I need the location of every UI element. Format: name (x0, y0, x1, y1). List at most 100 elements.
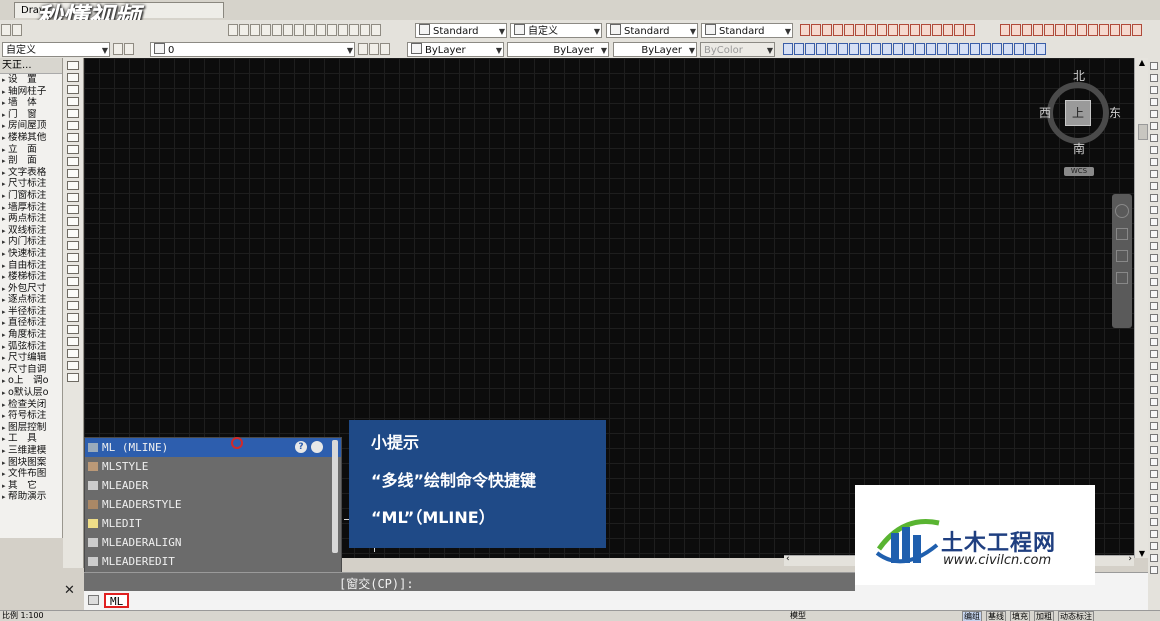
plot-style-select[interactable]: ByColor ▼ (700, 42, 775, 57)
dim-style-select[interactable]: Standard ▼ (606, 23, 698, 38)
tool-icon[interactable] (1150, 170, 1158, 178)
toolbar-buttons-tangent[interactable] (800, 23, 975, 39)
color-select[interactable]: ByLayer ▼ (407, 42, 504, 57)
tool-icon[interactable] (1150, 374, 1158, 382)
tangent-menu-item[interactable]: ▸ 弧弦标注 (0, 341, 62, 353)
tangent-menu-item[interactable]: ▸ 轴网柱子 (0, 86, 62, 98)
tool-icon[interactable] (1150, 566, 1158, 574)
viewcube-top-face[interactable]: 上 (1065, 100, 1091, 126)
tangent-menu-item[interactable]: ▸ 两点标注 (0, 213, 62, 225)
tangent-menu-item[interactable]: ▸ 墙厚标注 (0, 202, 62, 214)
tangent-menu-item[interactable]: ▸ 文件布图 (0, 468, 62, 480)
offset-tool-icon[interactable] (67, 289, 79, 298)
tool-icon[interactable] (1150, 194, 1158, 202)
tool-icon[interactable] (1150, 218, 1158, 226)
tool-icon[interactable] (1150, 398, 1158, 406)
close-icon[interactable]: ✕ (64, 583, 78, 598)
tangent-menu-item[interactable]: ▸ 双线标注 (0, 225, 62, 237)
autocomplete-item[interactable]: MLEADER (85, 476, 341, 495)
scale-tool-icon[interactable] (67, 337, 79, 346)
tangent-menu-item[interactable]: ▸ 门窗标注 (0, 190, 62, 202)
settings-icon[interactable] (311, 441, 323, 453)
copy-tool-icon[interactable] (67, 265, 79, 274)
extend-tool-icon[interactable] (67, 373, 79, 382)
tool-icon[interactable] (1150, 470, 1158, 478)
tool-icon[interactable] (1150, 206, 1158, 214)
tool-icon[interactable] (1150, 422, 1158, 430)
tangent-menu-item[interactable]: ▸ 房间屋顶 (0, 120, 62, 132)
tool-icon[interactable] (1150, 230, 1158, 238)
lineweight-select[interactable]: ByLayer ▼ (613, 42, 697, 57)
autocomplete-item[interactable]: MLEADEREDIT (85, 552, 341, 571)
tangent-menu-item[interactable]: ▸ 三维建模 (0, 445, 62, 457)
tangent-menu-item[interactable]: ▸ 其 它 (0, 480, 62, 492)
text-style-select[interactable]: Standard ▼ (415, 23, 507, 38)
tangent-menu-item[interactable]: ▸ 帮助演示 (0, 491, 62, 503)
linetype-select[interactable]: ByLayer ▼ (507, 42, 609, 57)
gradient-tool-icon[interactable] (67, 193, 79, 202)
vertical-scrollbar[interactable]: ▲ ▼ (1134, 58, 1149, 558)
tangent-menu-item[interactable]: ▸ 文字表格 (0, 167, 62, 179)
tool-icon[interactable] (1150, 86, 1158, 94)
tool-icon[interactable] (1150, 74, 1158, 82)
tool-icon[interactable] (1150, 98, 1158, 106)
tangent-menu-item[interactable]: ▸ 工 具 (0, 433, 62, 445)
viewcube-south[interactable]: 南 (1073, 140, 1085, 157)
tool-icon[interactable] (1150, 278, 1158, 286)
toolbar-buttons-draw[interactable] (1000, 23, 1142, 39)
tangent-menu-item[interactable]: ▸ 墙 体 (0, 97, 62, 109)
table-tool-icon[interactable] (67, 217, 79, 226)
tool-icon[interactable] (1150, 302, 1158, 310)
tool-icon[interactable] (1150, 350, 1158, 358)
tool-icon[interactable] (1150, 134, 1158, 142)
rotate-tool-icon[interactable] (67, 325, 79, 334)
tangent-menu-item[interactable]: ▸ 图块图案 (0, 457, 62, 469)
tangent-menu-item[interactable]: ▸ 楼梯其他 (0, 132, 62, 144)
tool-icon[interactable] (1150, 434, 1158, 442)
tool-icon[interactable] (1150, 290, 1158, 298)
tangent-menu-item[interactable]: ▸ 逐点标注 (0, 294, 62, 306)
toolbar-buttons-workspace[interactable] (113, 42, 134, 58)
tool-icon[interactable] (1150, 338, 1158, 346)
toolbar-buttons-view[interactable] (228, 23, 381, 39)
tool-icon[interactable] (1150, 410, 1158, 418)
spline-tool-icon[interactable] (67, 121, 79, 130)
hatch-tool-icon[interactable] (67, 181, 79, 190)
command-input[interactable]: ML (104, 593, 130, 608)
point-tool-icon[interactable] (67, 169, 79, 178)
tool-icon[interactable] (1150, 122, 1158, 130)
tangent-menu-item[interactable]: ▸ 角度标注 (0, 329, 62, 341)
toolbar-buttons-layer[interactable] (358, 42, 390, 58)
move-tool-icon[interactable] (67, 313, 79, 322)
tangent-menu-item[interactable]: ▸ 图层控制 (0, 422, 62, 434)
vertical-scrollbar-thumb[interactable] (1138, 124, 1148, 140)
tangent-menu-item[interactable]: ▸ 楼梯标注 (0, 271, 62, 283)
custom-select[interactable]: 自定义 ▼ (510, 23, 602, 38)
viewcube-north[interactable]: 北 (1073, 67, 1085, 84)
scroll-right-icon[interactable]: › (1128, 554, 1132, 564)
help-icon[interactable]: ? (295, 441, 307, 453)
tool-icon[interactable] (1150, 158, 1158, 166)
autocomplete-item[interactable]: MLEADERSTYLE (85, 495, 341, 514)
tangent-menu-item[interactable]: ▸ 设 置 (0, 74, 62, 86)
tool-icon[interactable] (1150, 254, 1158, 262)
tool-icon[interactable] (1150, 146, 1158, 154)
autocomplete-item[interactable]: MLEDIT (85, 514, 341, 533)
autocomplete-scrollbar[interactable] (332, 440, 338, 553)
tool-icon[interactable] (1150, 62, 1158, 70)
ucs-menu-button[interactable]: WCS (1064, 167, 1094, 176)
tangent-menu-item[interactable]: ▸ 检查关闭 (0, 399, 62, 411)
tangent-menu-item[interactable]: ▸ 尺寸编辑 (0, 352, 62, 364)
tangent-menu-item[interactable]: ▸ o上 调o (0, 375, 62, 387)
viewcube-west[interactable]: 西 (1039, 104, 1051, 121)
tangent-menu-item[interactable]: ▸ 外包尺寸 (0, 283, 62, 295)
tangent-menu-item[interactable]: ▸ 立 面 (0, 144, 62, 156)
autocomplete-item[interactable]: MLEADERALIGN (85, 533, 341, 552)
line-tool-icon[interactable] (67, 61, 79, 70)
region-tool-icon[interactable] (67, 205, 79, 214)
tool-icon[interactable] (1150, 554, 1158, 562)
tangent-menu-item[interactable]: ▸ 尺寸自调 (0, 364, 62, 376)
workspace-select[interactable]: 自定义 ▼ (2, 42, 110, 57)
tangent-menu-item[interactable]: ▸ 门 窗 (0, 109, 62, 121)
scroll-left-icon[interactable]: ‹ (786, 554, 790, 564)
